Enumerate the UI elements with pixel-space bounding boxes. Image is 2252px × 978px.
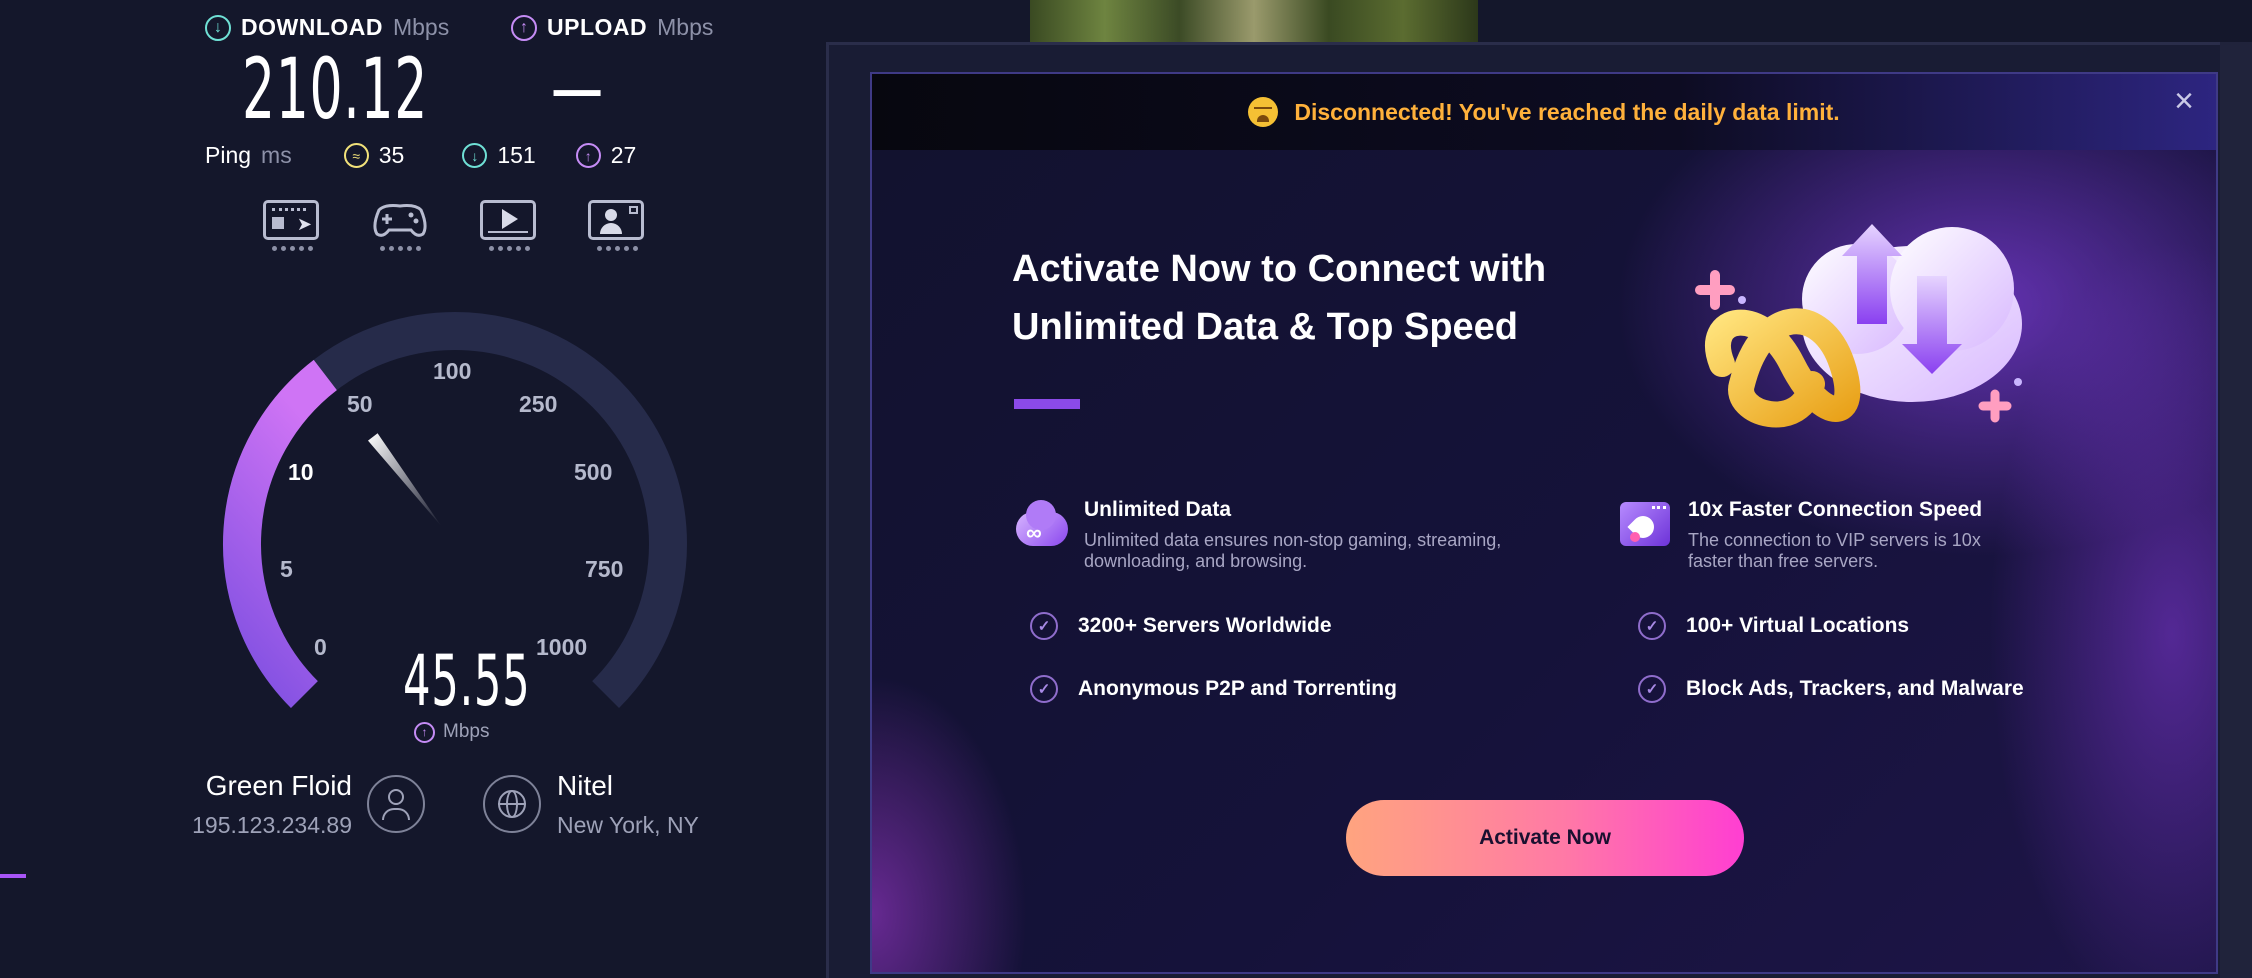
feature-faster-speed-desc-line-2: faster than free servers. bbox=[1688, 551, 1879, 571]
check-item-block-ads-label: Block Ads, Trackers, and Malware bbox=[1686, 677, 2024, 700]
gauge-fill bbox=[223, 359, 338, 709]
limit-banner-text: Disconnected! You've reached the daily d… bbox=[1294, 98, 1840, 125]
gauge-tick-250: 250 bbox=[519, 391, 558, 417]
modal-title-line-2: Unlimited Data & Top Speed bbox=[1012, 306, 1519, 348]
feature-unlimited-data-desc-line-2: downloading, and browsing. bbox=[1084, 551, 1308, 571]
client-ip: 195.123.234.89 bbox=[192, 812, 352, 838]
feature-unlimited-data-desc: Unlimited data ensures non-stop gaming, … bbox=[1084, 530, 1501, 572]
check-icon: ✓ bbox=[1030, 612, 1058, 640]
cloud-infinity-icon: ∞ bbox=[1012, 498, 1070, 554]
feature-faster-speed-desc-line-1: The connection to VIP servers is 10x bbox=[1688, 530, 1981, 550]
check-item-locations-label: 100+ Virtual Locations bbox=[1686, 614, 1910, 637]
check-icon: ✓ bbox=[1030, 675, 1058, 703]
gauge-tick-750: 750 bbox=[585, 556, 624, 582]
gauge-tick-10: 10 bbox=[288, 459, 314, 485]
activate-now-button[interactable]: Activate Now bbox=[1346, 800, 1744, 876]
user-icon bbox=[367, 775, 425, 833]
client-info: Green Floid 195.123.234.89 bbox=[190, 770, 352, 839]
server-location: New York, NY bbox=[557, 812, 699, 838]
current-speed-value: 45.55 bbox=[403, 640, 531, 722]
feature-faster-speed: 10x Faster Connection Speed The connecti… bbox=[1616, 498, 1982, 572]
gauge-tick-1000: 1000 bbox=[536, 634, 588, 660]
check-item-locations: ✓ 100+ Virtual Locations bbox=[1638, 612, 1909, 640]
gauge-tick-5: 5 bbox=[280, 556, 293, 582]
check-item-p2p: ✓ Anonymous P2P and Torrenting bbox=[1030, 675, 1397, 703]
speedtest-panel: ↓ DOWNLOAD Mbps ↑ UPLOAD Mbps 210.12 — P… bbox=[0, 0, 826, 978]
globe-icon[interactable] bbox=[483, 775, 541, 833]
title-accent-bar bbox=[1014, 399, 1080, 409]
background-photo bbox=[1030, 0, 1478, 42]
feature-faster-speed-desc: The connection to VIP servers is 10x fas… bbox=[1688, 530, 1982, 572]
gauge-tick-500: 500 bbox=[574, 459, 613, 485]
client-name: Green Floid bbox=[205, 770, 352, 801]
modal-title-line-1: Activate Now to Connect with bbox=[1012, 248, 1547, 290]
gauge-tick-0: 0 bbox=[314, 634, 327, 660]
feature-unlimited-data-desc-line-1: Unlimited data ensures non-stop gaming, … bbox=[1084, 530, 1502, 550]
close-icon[interactable]: × bbox=[2166, 84, 2202, 120]
check-icon: ✓ bbox=[1638, 675, 1666, 703]
feature-faster-speed-title: 10x Faster Connection Speed bbox=[1688, 498, 1983, 521]
modal-title: Activate Now to Connect with Unlimited D… bbox=[1012, 240, 1632, 356]
current-upload-arrow-icon: ↑ bbox=[414, 721, 435, 743]
app-backdrop-edge bbox=[2220, 42, 2252, 978]
server-info[interactable]: Nitel New York, NY bbox=[557, 770, 699, 839]
rocket-window-icon bbox=[1616, 498, 1674, 554]
check-icon: ✓ bbox=[1638, 612, 1666, 640]
current-speed-unit: Mbps bbox=[443, 721, 490, 742]
feature-unlimited-data-title: Unlimited Data bbox=[1084, 498, 1232, 521]
feature-unlimited-data: ∞ Unlimited Data Unlimited data ensures … bbox=[1012, 498, 1501, 572]
check-item-p2p-label: Anonymous P2P and Torrenting bbox=[1078, 677, 1397, 700]
current-speed-unit-row: ↑ Mbps bbox=[414, 721, 489, 743]
side-indicator bbox=[0, 874, 26, 878]
gauge-needle bbox=[368, 433, 442, 527]
check-item-servers: ✓ 3200+ Servers Worldwide bbox=[1030, 612, 1332, 640]
crying-face-icon bbox=[1248, 97, 1279, 127]
gauge-tick-50: 50 bbox=[347, 391, 373, 417]
check-item-block-ads: ✓ Block Ads, Trackers, and Malware bbox=[1638, 675, 2024, 703]
unlimited-cloud-illustration bbox=[1695, 224, 2022, 428]
server-name: Nitel bbox=[557, 770, 614, 801]
upgrade-modal: Disconnected! You've reached the daily d… bbox=[870, 72, 2218, 974]
limit-banner: Disconnected! You've reached the daily d… bbox=[872, 74, 2216, 150]
check-item-servers-label: 3200+ Servers Worldwide bbox=[1078, 614, 1332, 637]
gauge-tick-100: 100 bbox=[433, 358, 472, 384]
